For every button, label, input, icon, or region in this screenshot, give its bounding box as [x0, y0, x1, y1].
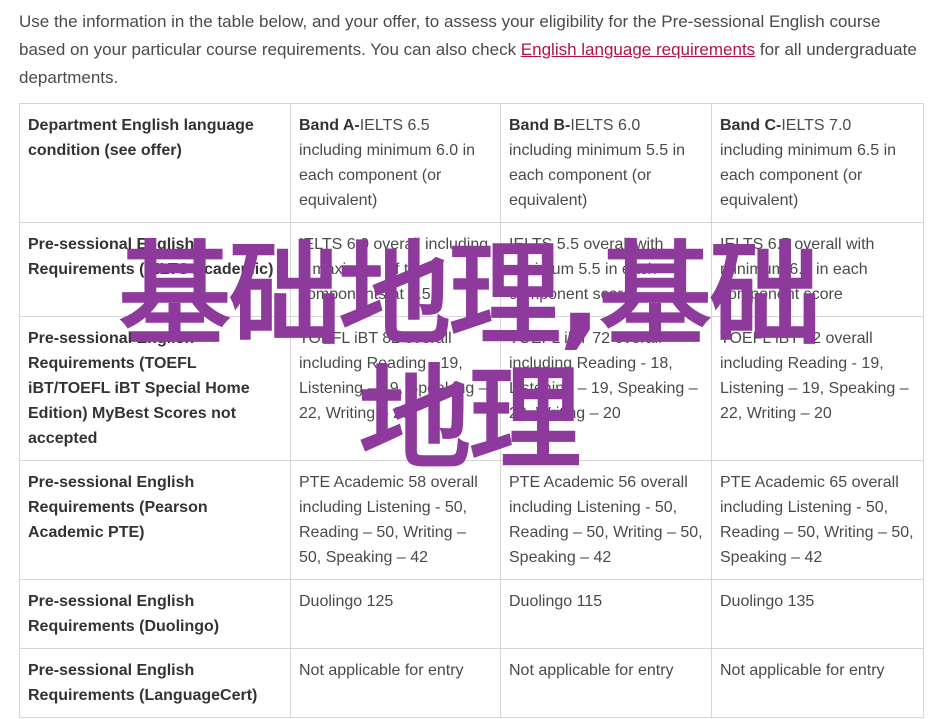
table-cell: Duolingo 115 — [500, 579, 712, 649]
table-row: Pre-sessional English Requirements (TOEF… — [19, 316, 924, 461]
row-header-cell: Pre-sessional English Requirements (IELT… — [19, 222, 291, 317]
table-cell: IELTS 6.5 overall with minimum 6.0 in ea… — [711, 222, 924, 317]
table-row: Pre-sessional English Requirements (Lang… — [19, 648, 924, 718]
table-cell: TOEFL iBT 72 overall including Reading -… — [500, 316, 712, 461]
table-cell: TOEFL iBT 92 overall including Reading -… — [711, 316, 924, 461]
row-header-cell: Pre-sessional English Requirements (Duol… — [19, 579, 291, 649]
intro-paragraph: Use the information in the table below, … — [19, 8, 924, 92]
table-cell: PTE Academic 65 overall including Listen… — [711, 460, 924, 580]
row-header-cell: Pre-sessional English Requirements (Lang… — [19, 648, 291, 718]
row-header-cell: Pre-sessional English Requirements (TOEF… — [19, 316, 291, 461]
row-header-cell: Department English language condition (s… — [19, 103, 291, 223]
table-cell: Not applicable for entry — [290, 648, 501, 718]
table-cell: IELTS 6.0 overall including a maximum of… — [290, 222, 501, 317]
table-cell: Duolingo 135 — [711, 579, 924, 649]
table-cell: IELTS 5.5 overall with minimum 5.5 in ea… — [500, 222, 712, 317]
table-row: Pre-sessional English Requirements (Duol… — [19, 579, 924, 649]
band-label: Band A- — [299, 117, 360, 134]
band-b-cell: Band B-IELTS 6.0 including minimum 5.5 i… — [500, 103, 712, 223]
row-header-cell: Pre-sessional English Requirements (Pear… — [19, 460, 291, 580]
band-label: Band C- — [720, 117, 782, 134]
band-c-cell: Band C-IELTS 7.0 including minimum 6.5 i… — [711, 103, 924, 223]
requirements-table: Department English language condition (s… — [19, 103, 924, 718]
table-cell: Not applicable for entry — [711, 648, 924, 718]
table-row: Pre-sessional English Requirements (Pear… — [19, 460, 924, 580]
table-cell: Duolingo 125 — [290, 579, 501, 649]
band-a-cell: Band A-IELTS 6.5 including minimum 6.0 i… — [290, 103, 501, 223]
table-cell: Not applicable for entry — [500, 648, 712, 718]
table-row: Department English language condition (s… — [19, 103, 924, 223]
table-row: Pre-sessional English Requirements (IELT… — [19, 222, 924, 317]
table-cell: TOEFL iBT 82 overall including Reading -… — [290, 316, 501, 461]
table-cell: PTE Academic 58 overall including Listen… — [290, 460, 501, 580]
english-language-requirements-link[interactable]: English language requirements — [521, 40, 755, 59]
band-label: Band B- — [509, 117, 571, 134]
table-cell: PTE Academic 56 overall including Listen… — [500, 460, 712, 580]
